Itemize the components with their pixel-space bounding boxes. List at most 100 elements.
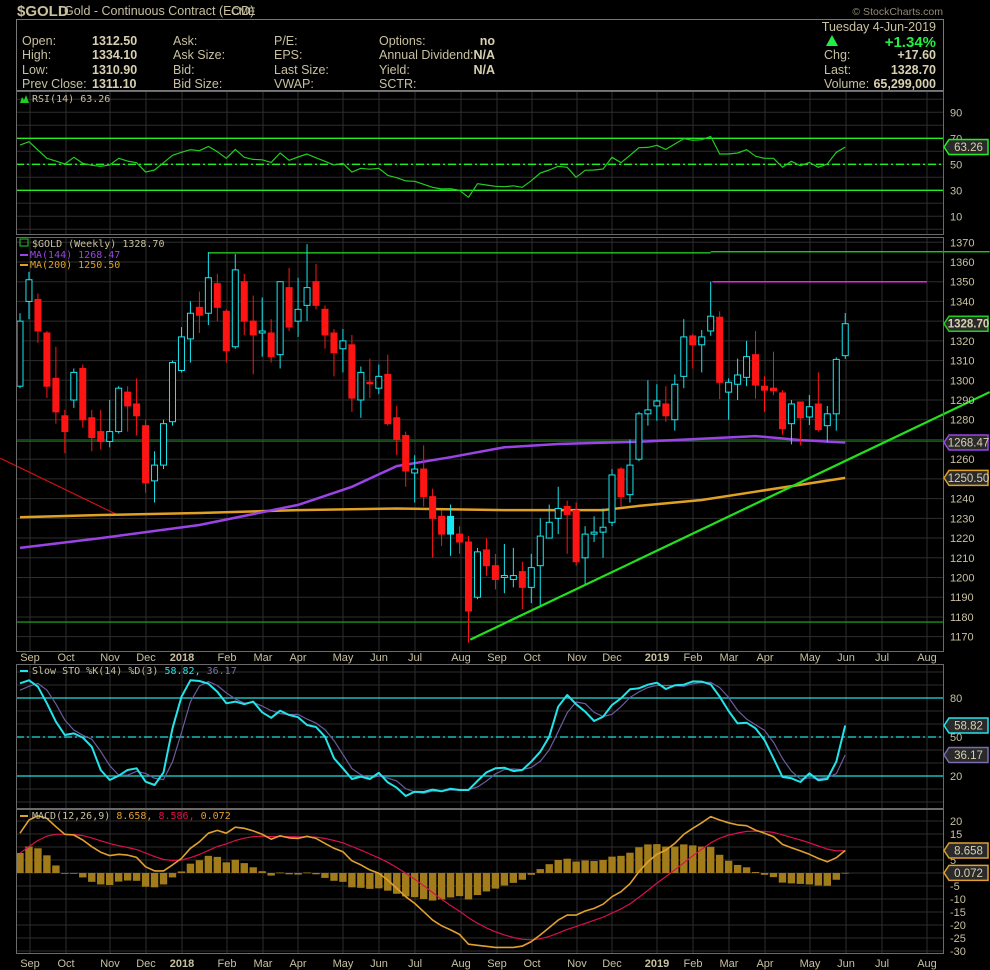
vwap-label: VWAP: (274, 77, 314, 91)
date-axis-label-bottom: May (333, 958, 354, 970)
macd-histogram-bar (70, 873, 78, 874)
candle-body-up (447, 515, 455, 535)
macd-histogram-bar (132, 873, 141, 881)
date-axis-label-bottom: Aug (917, 958, 937, 970)
price-legend: $GOLD (Weekly) 1328.70 MA(144) 1268.47 M… (19, 238, 164, 271)
macd-histogram-bar (509, 873, 518, 883)
candlestick (177, 327, 185, 373)
date-axis-label: Dec (136, 652, 156, 664)
macd-hist-value-tag: 0.072 (943, 864, 990, 882)
candle-body-up (680, 336, 688, 377)
candlestick (734, 358, 742, 401)
candlestick (572, 502, 580, 566)
candle-body-down (366, 381, 374, 385)
price-axis-tick: 1260 (950, 454, 974, 466)
candle-body-up (626, 464, 634, 496)
price-axis-tick: 1230 (950, 513, 974, 525)
ask-label: Ask: (173, 34, 197, 48)
candle-body-down (321, 308, 329, 336)
macd-histogram-bar (249, 867, 257, 873)
sto-k-value-tag-text: 58.82 (954, 721, 983, 733)
sctr-label: SCTR: (379, 77, 417, 91)
candle-body-down (796, 401, 804, 419)
candlestick (34, 293, 42, 343)
candlestick (204, 252, 212, 326)
date-axis-label: Jul (408, 652, 422, 664)
candle-body-up (339, 340, 347, 350)
dividend-label: Annual Dividend: (379, 48, 474, 62)
candle-body-up (357, 371, 365, 401)
date-axis-label-bottom: Oct (523, 958, 540, 970)
macd-histogram-bar (114, 873, 123, 882)
macd-histogram-bar (590, 861, 598, 873)
macd-axis-tick: -25 (950, 933, 966, 945)
instrument-description: Gold - Continuous Contract (EOD) (64, 4, 254, 18)
macd-histogram-bar (500, 873, 509, 886)
macd-histogram-bar (518, 873, 527, 880)
candlestick (581, 526, 589, 586)
candle-body-down (133, 403, 141, 417)
candle-body-up (527, 567, 535, 588)
date-axis-label-bottom: Nov (567, 958, 587, 970)
macd-histogram-bar (204, 855, 213, 873)
price-axis-tick: 1240 (950, 494, 974, 506)
date-axis-label: 2019 (645, 652, 669, 664)
candle-body-up (725, 381, 733, 393)
candle-body-up (151, 464, 159, 482)
eps-label: EPS: (274, 48, 303, 62)
candle-body-up (590, 531, 598, 535)
macd-histogram-bar (321, 873, 329, 878)
candle-body-up (698, 336, 706, 346)
candle-body-up (16, 320, 24, 387)
date-axis-label: Sep (20, 652, 40, 664)
price-axis-tick: 1170 (950, 632, 974, 644)
candle-body-down (491, 565, 499, 580)
high-label: High: (22, 48, 51, 62)
macd-axis-tick: -20 (950, 920, 966, 932)
candlestick (384, 354, 392, 426)
candle-body-up (554, 507, 562, 519)
candle-body-up (734, 374, 742, 385)
candle-body-down (716, 316, 724, 383)
candlestick (106, 400, 114, 448)
date-axis-label: Aug (917, 652, 937, 664)
ask-size-label: Ask Size: (173, 48, 225, 62)
macd-histogram-bar (536, 869, 544, 873)
symbol: $GOLD (17, 3, 69, 20)
candle-body-down (393, 417, 401, 440)
sto-legend: Slow STO %K(14) %D(3) 58.82, 36.17 (20, 666, 237, 677)
candlestick (626, 439, 634, 503)
date-axis-label: Feb (684, 652, 703, 664)
macd-histogram-bar (168, 873, 177, 878)
candle-body-up (653, 400, 661, 407)
candlestick (662, 386, 670, 422)
candlestick (213, 273, 221, 322)
candle-body-up (671, 383, 679, 421)
macd-histogram-bar (61, 873, 69, 874)
price-axis-tick: 1180 (950, 612, 974, 624)
macd-histogram-bar (742, 867, 751, 873)
macd-histogram-bar (455, 873, 464, 897)
macd-histogram-bar (581, 860, 589, 873)
price-axis-tick: 1190 (950, 592, 974, 604)
macd-histogram-bar (554, 860, 562, 873)
date-axis-label: Feb (218, 652, 237, 664)
candle-body-up (177, 336, 185, 371)
candle-body-down (124, 391, 132, 407)
macd-histogram-bar (769, 873, 778, 878)
candlestick (743, 340, 751, 387)
last-price-tag-text: 1328.70 (948, 319, 990, 331)
candlestick (787, 400, 795, 445)
candle-body-down (482, 549, 490, 567)
candlestick (312, 263, 320, 310)
date-axis-label-bottom: 2019 (645, 958, 669, 970)
macd-histogram-bar (778, 873, 787, 883)
macd-histogram-bar (258, 871, 266, 873)
macd-histogram-bar (25, 846, 33, 873)
candlestick (160, 419, 168, 470)
low-value: 1310.90 (92, 63, 137, 77)
price-axis-tick: 1320 (950, 336, 974, 348)
candlestick (644, 380, 652, 426)
change-label: Chg: (824, 48, 850, 62)
up-arrow-icon (826, 35, 838, 46)
